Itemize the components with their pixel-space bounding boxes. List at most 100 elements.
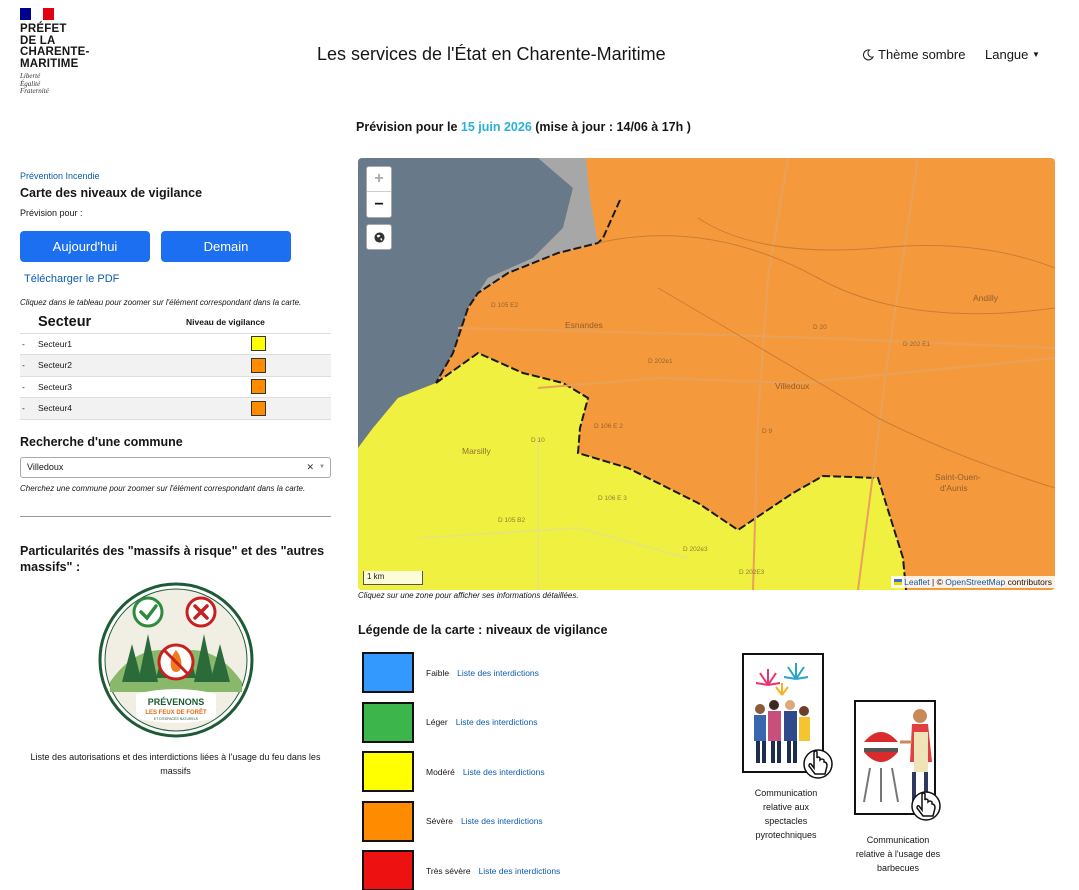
road-label: D 105 B2 [498, 517, 525, 524]
road-label: D 20 [813, 324, 827, 331]
road-label: D 105 E2 [491, 302, 518, 309]
prevent-forest-fire-badge[interactable]: PRÉVENONS LES FEUX DE FORÊT ET D'ESPACES… [98, 582, 254, 738]
legend-link[interactable]: Liste des interdictions [463, 767, 545, 777]
download-pdf-link[interactable]: Télécharger le PDF [24, 273, 331, 285]
level-swatch [251, 379, 266, 395]
road-label: D 106 E 3 [598, 495, 627, 502]
legend-swatch [362, 850, 414, 890]
map-hint: Cliquez sur une zone pour afficher ses i… [358, 591, 579, 600]
level-swatch [251, 357, 266, 373]
sectors-table: Secteur Niveau de vigilance - Secteur1 -… [20, 311, 331, 420]
table-row[interactable]: - Secteur3 [20, 375, 331, 398]
legend-swatch [362, 652, 414, 694]
zoom-in-button[interactable]: + [367, 167, 391, 192]
legend-link[interactable]: Liste des interdictions [461, 816, 543, 826]
pointer-hand-icon [803, 749, 833, 779]
language-button[interactable]: Langue ▼ [985, 47, 1040, 62]
forecast-date: 15 juin 2026 [460, 120, 532, 134]
legend-label: Sévère [426, 816, 453, 827]
table-row[interactable]: - Secteur1 [20, 332, 331, 355]
badge-text-1: PRÉVENONS [148, 697, 205, 707]
table-row[interactable]: - Secteur4 [20, 397, 331, 420]
legend-row: Modéré Liste des interdictions [362, 747, 560, 797]
road-label: D 9 [762, 428, 773, 435]
legend-row: Très sévère Liste des interdictions [362, 846, 560, 890]
french-flag-icon [20, 8, 54, 20]
language-label: Langue [985, 47, 1029, 62]
clear-icon[interactable]: ✕ [306, 462, 314, 473]
leaflet-link[interactable]: Leaflet [904, 577, 930, 587]
breadcrumb[interactable]: Prévention Incendie [20, 171, 100, 181]
forecast-heading: Prévision pour le 15 juin 2026 (mise à j… [356, 120, 691, 134]
logo-motto: Liberté Égalité Fraternité [20, 72, 49, 95]
sector-name: Secteur4 [38, 397, 186, 420]
legend-label: Modéré [426, 766, 455, 777]
osm-link[interactable]: OpenStreetMap [945, 577, 1005, 587]
place-label: d'Aunis [940, 483, 968, 493]
legend-swatch [362, 751, 414, 793]
zoom-out-button[interactable]: − [367, 192, 391, 217]
map-legend: Faible Liste des interdictions Léger Lis… [362, 648, 560, 890]
map-scale: 1 km [363, 571, 423, 585]
row-dash: - [20, 397, 38, 420]
commune-select-value: Villedoux [27, 462, 64, 472]
row-dash: - [20, 332, 38, 355]
badge-text-2: LES FEUX DE FORÊT [145, 708, 207, 716]
vigilance-map[interactable]: Esnandes Andilly Villedoux Marsilly Sain… [358, 158, 1055, 590]
massifs-caption[interactable]: Liste des autorisations et des interdict… [20, 750, 331, 778]
fireworks-caption[interactable]: Communication relative aux spectacles py… [742, 786, 830, 842]
col-sector-header: Secteur [38, 313, 92, 330]
map-canvas[interactable]: Esnandes Andilly Villedoux Marsilly Sain… [358, 158, 1055, 590]
legend-link[interactable]: Liste des interdictions [457, 668, 539, 678]
sidebar-title: Carte des niveaux de vigilance [20, 186, 203, 200]
legend-swatch [362, 701, 414, 743]
legend-title: Légende de la carte : niveaux de vigilan… [358, 623, 608, 637]
legend-row: Léger Liste des interdictions [362, 698, 560, 748]
row-dash: - [20, 354, 38, 376]
legend-row: Sévère Liste des interdictions [362, 797, 560, 847]
zoom-control: + − [366, 166, 392, 218]
dark-theme-button[interactable]: Thème sombre [862, 47, 965, 62]
legend-swatch [362, 800, 414, 842]
legend-row: Faible Liste des interdictions [362, 648, 560, 698]
map-attribution: Leaflet | © OpenStreetMap contributors [890, 576, 1055, 588]
massifs-title: Particularités des "massifs à risque" et… [20, 543, 325, 574]
level-swatch [251, 336, 266, 352]
road-label: D 10 [531, 437, 545, 444]
road-label: D 106 E 2 [594, 423, 623, 430]
attribution-contributors: contributors [1005, 577, 1052, 587]
place-label: Marsilly [462, 446, 492, 456]
moderate-zone [358, 353, 906, 590]
legend-label: Très sévère [426, 865, 471, 876]
table-row[interactable]: - Secteur2 [20, 354, 331, 376]
legend-link[interactable]: Liste des interdictions [479, 866, 561, 876]
moon-icon [862, 48, 874, 60]
site-title[interactable]: Les services de l'État en Charente-Marit… [317, 44, 666, 65]
legend-link[interactable]: Liste des interdictions [456, 717, 538, 727]
barbecue-caption[interactable]: Communication relative à l'usage des bar… [854, 833, 942, 875]
pointer-hand-icon [911, 791, 941, 821]
place-label: Saint-Ouen- [935, 472, 981, 482]
tomorrow-button[interactable]: Demain [161, 231, 291, 262]
table-hint: Cliquez dans le tableau pour zoomer sur … [20, 298, 302, 307]
chevron-down-icon[interactable]: ▼ [319, 464, 325, 470]
attribution-separator: | © [929, 577, 946, 587]
today-button[interactable]: Aujourd'hui [20, 231, 150, 262]
forecast-update: (mise à jour : 14/06 à 17h ) [535, 120, 691, 134]
day-buttons: Aujourd'hui Demain [20, 231, 331, 262]
row-dash: - [20, 375, 38, 398]
place-label: Esnandes [565, 320, 603, 330]
locate-button[interactable] [366, 224, 392, 250]
commune-search-hint: Cherchez une commune pour zoomer sur l'é… [20, 483, 306, 493]
commune-select[interactable]: Villedoux ✕ ▼ [20, 456, 331, 478]
legend-label: Faible [426, 667, 450, 678]
commune-search-title: Recherche d'une commune [20, 434, 183, 449]
sector-name: Secteur1 [38, 332, 186, 355]
level-swatch [251, 400, 266, 416]
road-label: D 202E3 [739, 569, 765, 576]
legend-label: Léger [426, 717, 448, 728]
logo-wordmark: PRÉFET DE LA CHARENTE- MARITIME [20, 23, 90, 70]
prefecture-logo[interactable]: PRÉFET DE LA CHARENTE- MARITIME Liberté … [20, 8, 100, 96]
sidebar: Prévention Incendie Carte des niveaux de… [20, 166, 331, 778]
road-label: D 202e1 [648, 358, 673, 365]
